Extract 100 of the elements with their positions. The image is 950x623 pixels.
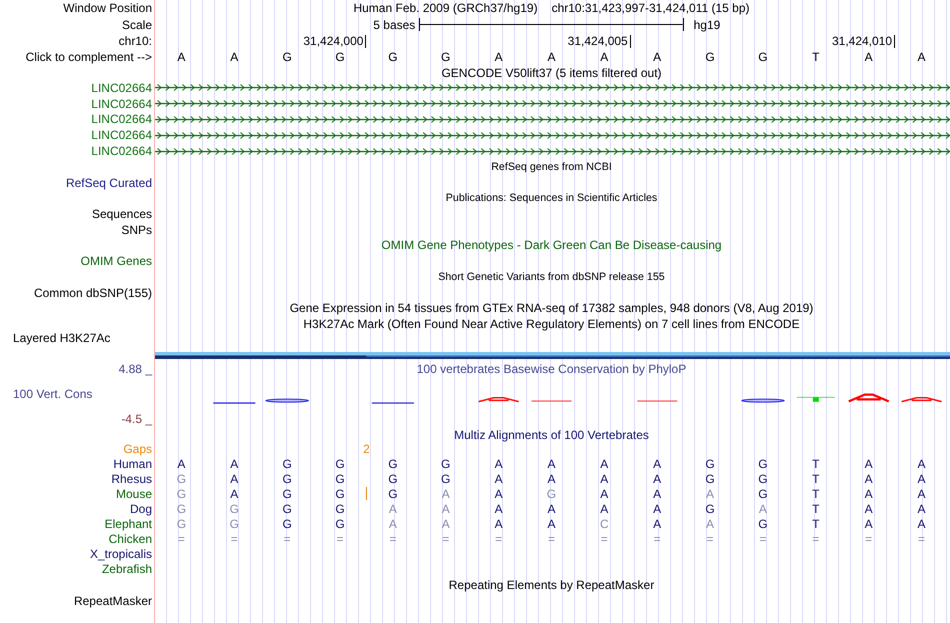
base-letter: =: [389, 532, 396, 546]
base-letter: A: [864, 487, 873, 502]
species-label: Rhesus: [111, 472, 152, 486]
base-letter: A: [864, 50, 873, 64]
base-letter: G: [705, 502, 715, 516]
track-label: Gaps: [123, 442, 152, 456]
track-label: 100 Vert. Cons: [12, 386, 92, 402]
track-title: RefSeq genes from NCBI: [491, 160, 612, 173]
track-title: Multiz Alignments of 100 Vertebrates: [454, 428, 649, 442]
track-label: RefSeq Curated: [66, 176, 152, 190]
track-label: Scale: [122, 18, 152, 32]
base-letter: G: [176, 487, 186, 502]
base-letter: A: [494, 50, 503, 64]
base-letter: G: [388, 50, 398, 64]
coordinate-label: 31,424,010: [832, 34, 892, 48]
track-label: SNPs: [121, 222, 152, 237]
base-letter: G: [388, 472, 398, 486]
base-letter: G: [176, 517, 186, 532]
base-letter: G: [758, 472, 768, 486]
base-letter: =: [812, 532, 820, 546]
species-label: Zebrafish: [102, 562, 152, 576]
base-letter: A: [494, 487, 503, 502]
base-letter: G: [176, 472, 186, 486]
base-letter: G: [282, 502, 292, 516]
base-letter: A: [547, 457, 556, 472]
conservation-glyph: [478, 397, 520, 402]
base-letter: =: [495, 532, 502, 546]
species-label: Mouse: [116, 487, 152, 502]
base-letter: A: [653, 517, 662, 532]
conservation-glyph: [848, 393, 890, 402]
base-letter: =: [336, 532, 344, 546]
coordinate-label: 31,424,005: [568, 34, 628, 48]
base-letter: A: [547, 472, 556, 486]
base-letter: G: [758, 487, 768, 502]
base-letter: A: [388, 502, 397, 516]
base-letter: A: [600, 502, 608, 516]
base-letter: =: [442, 532, 450, 546]
base-letter: G: [441, 50, 450, 64]
base-letter: G: [282, 50, 292, 64]
base-letter: G: [335, 457, 345, 472]
base-letter: G: [282, 517, 292, 532]
base-letter: A: [177, 457, 186, 472]
base-letter: G: [282, 487, 292, 502]
base-letter: G: [230, 517, 239, 532]
ruler-tick: [630, 34, 631, 48]
track-title: Publications: Sequences in Scientific Articles: [446, 192, 658, 204]
base-letter: G: [705, 457, 715, 472]
base-letter: A: [494, 502, 503, 516]
gene-name: LINC02664: [91, 128, 152, 142]
base-letter: =: [706, 532, 714, 546]
base-letter: G: [388, 457, 398, 472]
base-letter: =: [654, 532, 661, 546]
base-letter: T: [812, 517, 820, 532]
coordinate-label: 31,424,000: [303, 34, 364, 48]
track-label: chr10:: [118, 34, 152, 48]
track-label: Window Position: [63, 1, 152, 15]
base-letter: T: [812, 472, 820, 486]
axis-max-label: 4.88 _: [118, 360, 154, 377]
base-letter: =: [918, 532, 925, 546]
base-letter: G: [335, 502, 345, 516]
base-letter: C: [600, 517, 609, 532]
base-letter: A: [547, 502, 556, 516]
species-label: Elephant: [104, 517, 152, 532]
base-letter: =: [178, 532, 185, 546]
base-letter: A: [600, 487, 608, 502]
base-letter: A: [442, 487, 450, 502]
track-label: Click to complement -->: [26, 50, 152, 64]
base-letter: A: [864, 457, 873, 472]
base-letter: =: [600, 532, 608, 546]
base-letter: G: [441, 472, 450, 486]
assembly-title: Human Feb. 2009 (GRCh37/hg19): [353, 1, 538, 15]
base-letter: A: [494, 457, 503, 472]
species-label: X_tropicalis: [90, 547, 152, 562]
base-letter: A: [547, 517, 556, 532]
base-letter: A: [600, 50, 608, 64]
base-letter: A: [653, 502, 662, 516]
track-title: GENCODE V50lift37 (5 items filtered out): [441, 66, 662, 80]
base-letter: =: [230, 532, 238, 546]
base-letter: A: [917, 487, 926, 502]
track-title: H3K27Ac Mark (Often Found Near Active Regulatory Elements) on 7 cell lines from ENCODE: [303, 317, 800, 332]
base-letter: T: [812, 502, 820, 516]
conservation-glyph: [741, 398, 785, 403]
insertion-mark: [366, 486, 367, 500]
base-letter: G: [441, 457, 450, 472]
base-letter: A: [653, 50, 662, 64]
base-letter: G: [705, 50, 715, 64]
base-letter: G: [758, 457, 768, 472]
base-letter: A: [917, 457, 926, 472]
base-letter: G: [335, 517, 345, 532]
base-letter: G: [388, 487, 398, 502]
gene-name: LINC02664: [91, 112, 152, 126]
track-label: Common dbSNP(155): [34, 286, 152, 300]
base-letter: A: [917, 517, 926, 532]
gap-count: 2: [363, 442, 370, 457]
species-label: Chicken: [108, 532, 152, 546]
base-letter: A: [230, 457, 238, 472]
gene-name: LINC02664: [91, 144, 152, 158]
base-letter: A: [758, 502, 767, 516]
base-letter: G: [282, 457, 292, 472]
base-letter: A: [653, 487, 662, 502]
